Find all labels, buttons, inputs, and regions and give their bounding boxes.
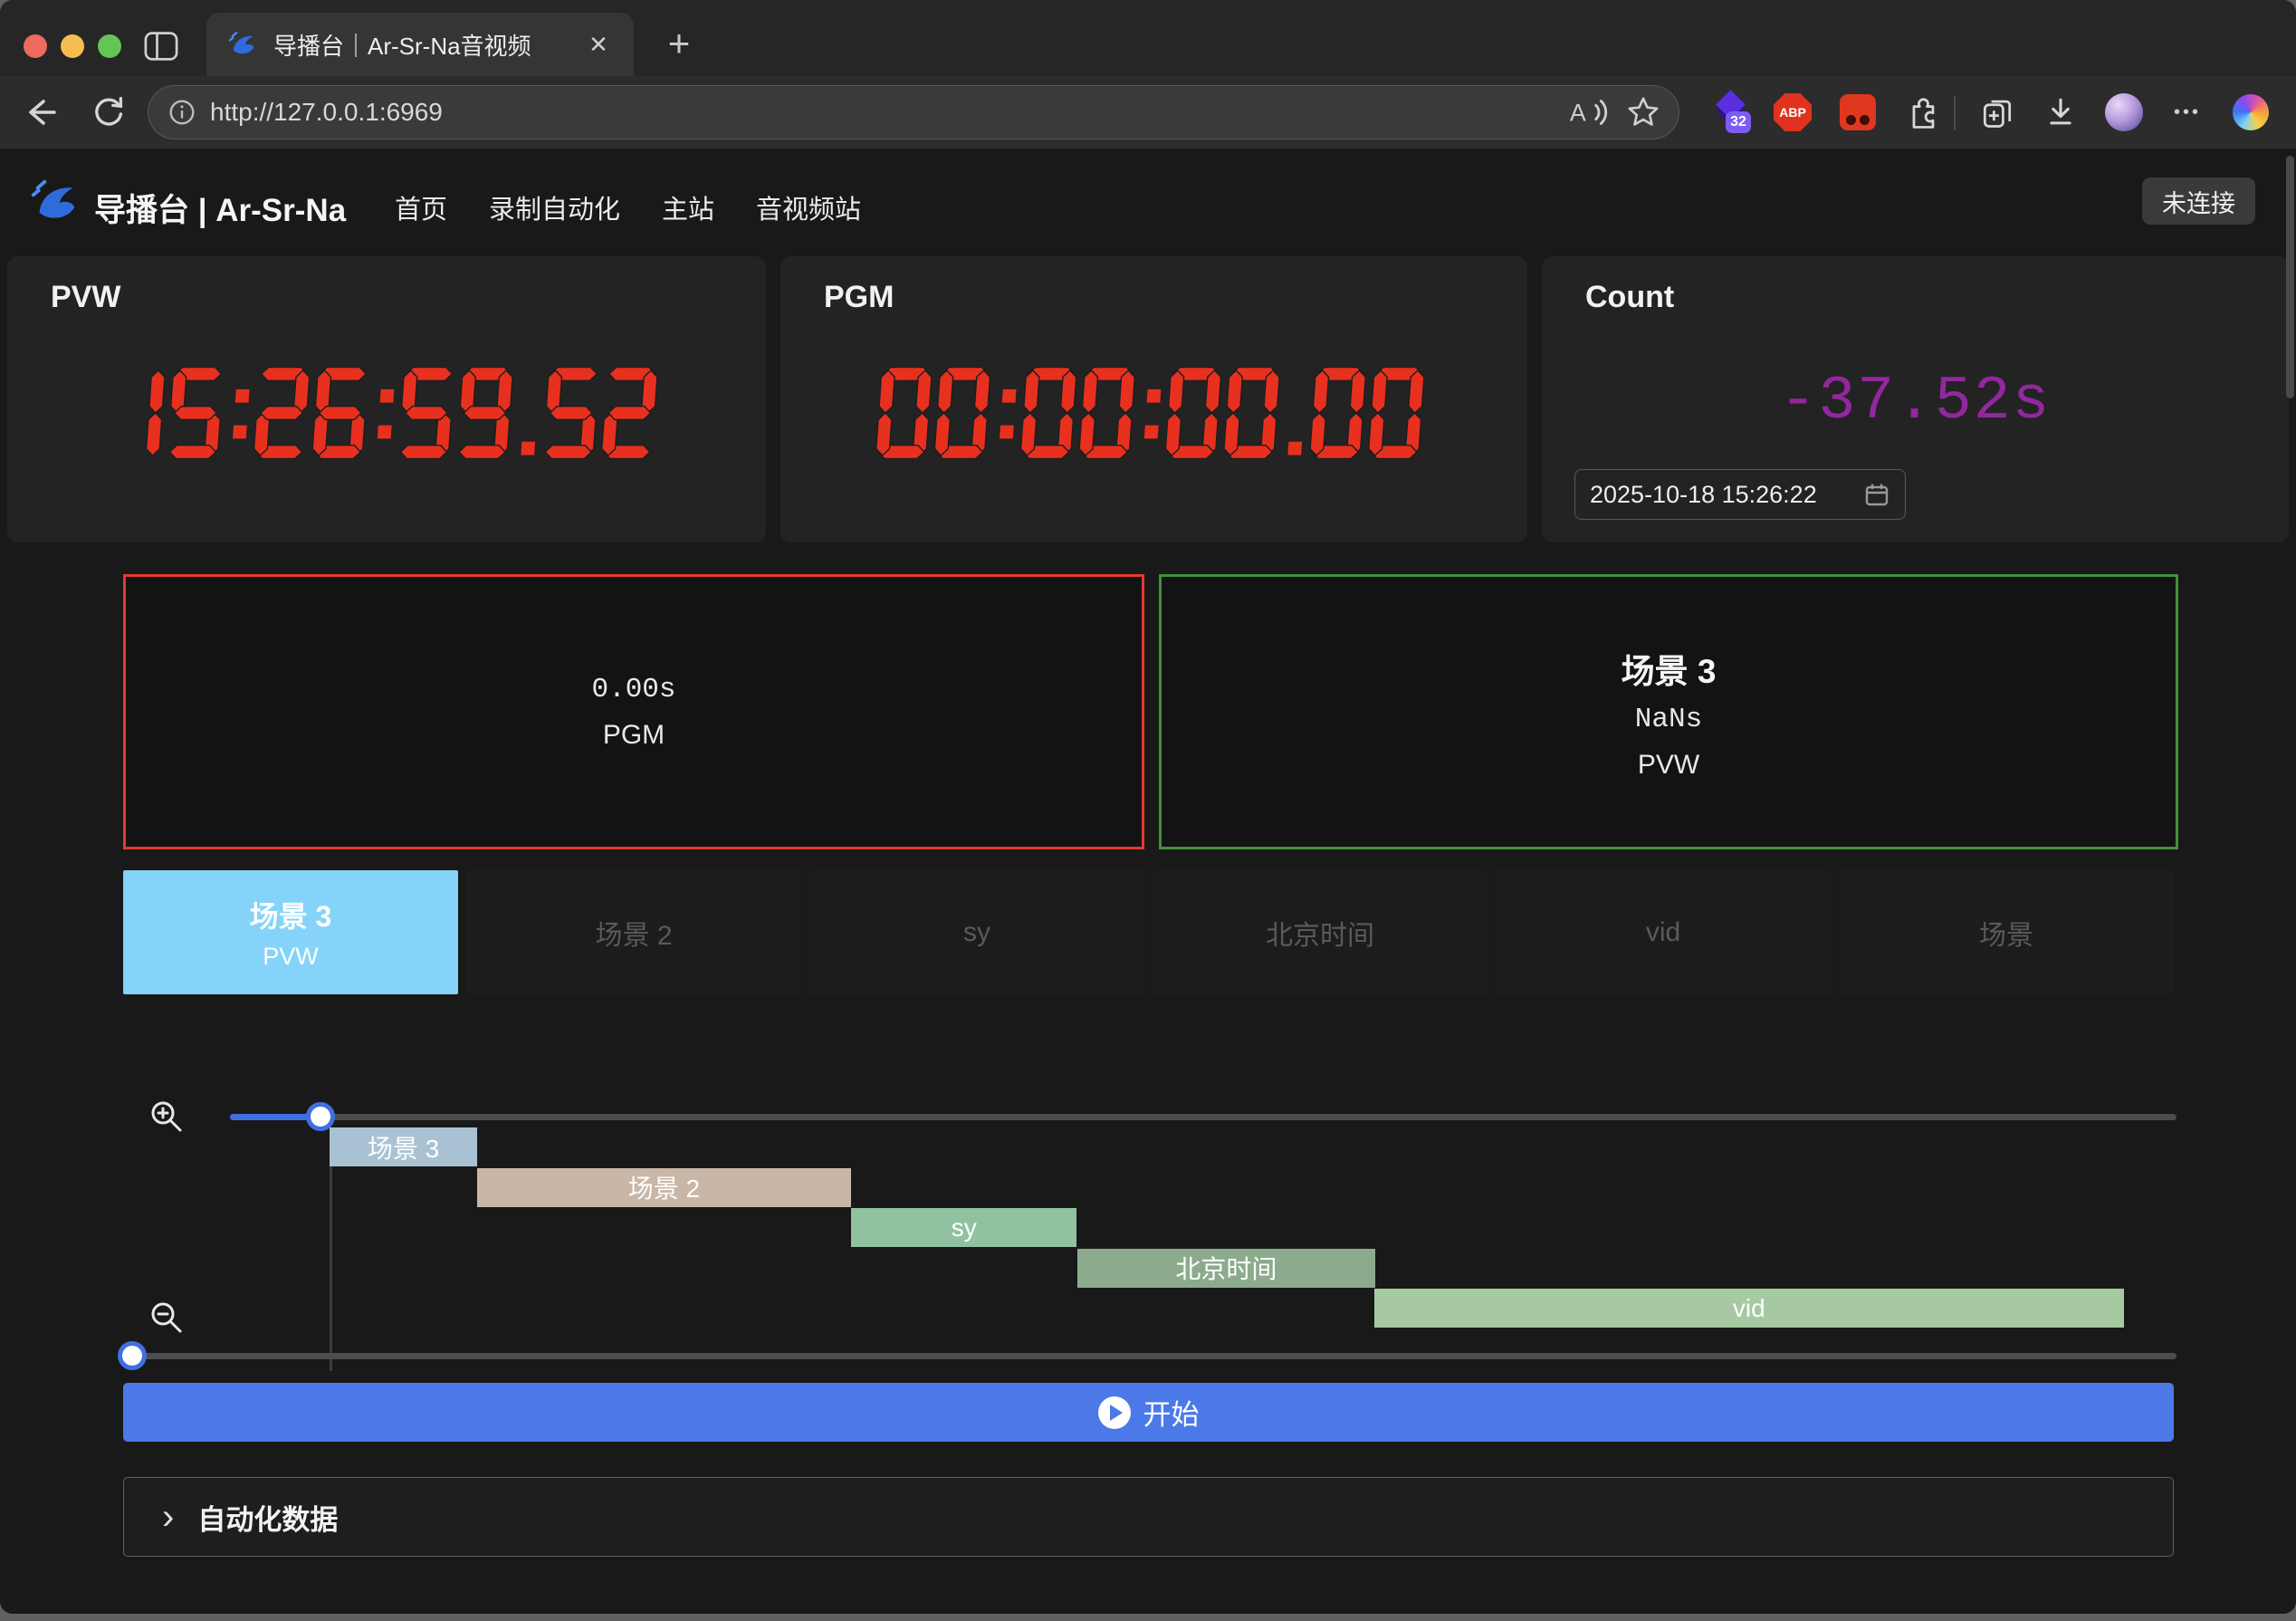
scene-button-row: 场景 3 PVW 场景 2 sy 北京时间 vid 场景	[123, 870, 2174, 994]
extension-purple-icon[interactable]: 32	[1706, 87, 1756, 138]
tab-title: 导播台｜Ar-Sr-Na音视频	[273, 28, 569, 62]
pvw-monitor-tag: PVW	[1638, 750, 1699, 781]
zoom-out-icon[interactable]	[147, 1298, 187, 1338]
scene-button-label: 北京时间	[1266, 913, 1374, 953]
automation-title: 自动化数据	[197, 1497, 338, 1538]
connection-status-badge[interactable]: 未连接	[2142, 177, 2255, 225]
timeline-bar-4[interactable]: vid	[1374, 1289, 2124, 1328]
scene-button-label: 场景 3	[250, 894, 332, 935]
minimize-window-button[interactable]	[61, 34, 84, 58]
nav-item-2[interactable]: 主站	[662, 188, 714, 226]
profile-avatar[interactable]	[2099, 87, 2149, 138]
collections-icon[interactable]	[1972, 87, 2023, 138]
page-scrollbar[interactable]	[2286, 156, 2294, 398]
play-icon	[1098, 1396, 1131, 1429]
adblock-icon[interactable]: ABP	[1767, 87, 1818, 138]
scene-button-label: sy	[963, 917, 990, 948]
pgm-clock-display	[780, 367, 1527, 459]
extension-badge: 32	[1726, 111, 1751, 133]
timeline-playhead	[330, 1166, 332, 1371]
scene-button-2[interactable]: sy	[809, 870, 1144, 994]
app-header: 导播台 | Ar-Sr-Na 首页 录制自动化 主站 音视频站 未连接	[0, 161, 2296, 243]
count-label: Count	[1585, 280, 1674, 315]
pgm-monitor-duration: 0.00s	[591, 674, 675, 705]
browser-toolbar: http://127.0.0.1:6969 A 32 ABP •••	[0, 76, 2296, 149]
favorite-star-icon[interactable]	[1626, 95, 1660, 129]
sidebar-toggle-icon[interactable]	[143, 30, 179, 62]
copilot-icon[interactable]	[2225, 87, 2276, 138]
downloads-icon[interactable]	[2035, 87, 2086, 138]
brand-logo-icon	[27, 174, 83, 230]
tab-close-icon[interactable]: ✕	[583, 31, 614, 59]
timeline-gantt: 场景 3场景 2sy北京时间vid	[123, 1127, 2176, 1328]
automation-data-section[interactable]: › 自动化数据	[123, 1477, 2174, 1557]
zoom-window-button[interactable]	[98, 34, 121, 58]
extensions-puzzle-icon[interactable]	[1898, 87, 1948, 138]
timeline-bar-1[interactable]: 场景 2	[477, 1168, 851, 1207]
pvw-clock-display	[7, 367, 766, 459]
pgm-clock-panel: PGM	[780, 256, 1527, 542]
nav-item-0[interactable]: 首页	[395, 188, 447, 226]
seek-slider-track[interactable]	[132, 1353, 2176, 1359]
pgm-monitor-tag: PGM	[603, 720, 665, 751]
seek-slider-handle[interactable]	[118, 1341, 147, 1370]
back-icon[interactable]	[20, 91, 63, 134]
scene-button-label: 场景	[1979, 913, 2033, 953]
pvw-monitor-duration: NaNs	[1635, 704, 1702, 735]
datetime-value[interactable]: 2025-10-18 15:26:22	[1590, 481, 1817, 509]
datetime-picker[interactable]: 2025-10-18 15:26:22	[1574, 469, 1906, 520]
scene-button-1[interactable]: 场景 2	[466, 870, 801, 994]
scene-button-5[interactable]: 场景	[1839, 870, 2174, 994]
page-title: 导播台 | Ar-Sr-Na	[94, 185, 346, 231]
pgm-label: PGM	[824, 280, 894, 315]
pvw-monitor-scene: 场景 3	[1622, 644, 1717, 693]
zoom-slider-track[interactable]	[230, 1114, 2176, 1120]
scene-button-4[interactable]: vid	[1496, 870, 1831, 994]
more-menu-icon[interactable]: •••	[2162, 87, 2213, 138]
new-tab-button[interactable]: +	[654, 18, 704, 69]
scene-button-label: vid	[1646, 917, 1680, 948]
pgm-monitor[interactable]: 0.00s PGM	[123, 574, 1144, 849]
calendar-icon[interactable]	[1863, 481, 1890, 508]
start-button-label: 开始	[1143, 1392, 1200, 1433]
pvw-monitor[interactable]: 场景 3 NaNs PVW	[1159, 574, 2178, 849]
scene-button-3[interactable]: 北京时间	[1153, 870, 1488, 994]
pvw-label: PVW	[51, 280, 120, 315]
count-value: -37.52s	[1542, 367, 2289, 436]
tab-strip: 导播台｜Ar-Sr-Na音视频 ✕ +	[0, 0, 2296, 76]
timeline-bar-2[interactable]: sy	[851, 1208, 1076, 1247]
nav-item-1[interactable]: 录制自动化	[489, 188, 620, 226]
count-panel: Count -37.52s 2025-10-18 15:26:22	[1542, 256, 2289, 542]
pvw-clock-panel: PVW	[7, 256, 766, 542]
reload-icon[interactable]	[87, 91, 130, 134]
scene-button-sublabel: PVW	[263, 943, 319, 971]
timeline-bar-0[interactable]: 场景 3	[330, 1127, 477, 1166]
start-button[interactable]: 开始	[123, 1383, 2174, 1442]
extension-red-icon[interactable]	[1832, 87, 1883, 138]
close-window-button[interactable]	[24, 34, 47, 58]
svg-text:A: A	[1570, 100, 1586, 127]
nav-item-3[interactable]: 音视频站	[756, 188, 861, 226]
scene-button-label: 场景 2	[595, 913, 672, 953]
traffic-lights	[24, 34, 121, 58]
site-info-icon[interactable]	[167, 97, 197, 128]
main-nav: 首页 录制自动化 主站 音视频站	[395, 188, 861, 226]
page-content: 导播台 | Ar-Sr-Na 首页 录制自动化 主站 音视频站 未连接 PVW PGM…	[0, 149, 2296, 1614]
read-aloud-icon[interactable]: A	[1568, 94, 1610, 130]
browser-tab[interactable]: 导播台｜Ar-Sr-Na音视频 ✕	[206, 13, 634, 76]
timeline-bar-3[interactable]: 北京时间	[1077, 1249, 1375, 1288]
browser-window: 导播台｜Ar-Sr-Na音视频 ✕ + http://127.0.0.1:696…	[0, 0, 2296, 1614]
url-text[interactable]: http://127.0.0.1:6969	[210, 98, 1568, 127]
address-bar[interactable]: http://127.0.0.1:6969 A	[148, 85, 1679, 139]
tab-favicon-icon	[226, 28, 259, 61]
scene-button-0[interactable]: 场景 3 PVW	[123, 870, 458, 994]
toolbar-separator	[1954, 96, 1956, 130]
